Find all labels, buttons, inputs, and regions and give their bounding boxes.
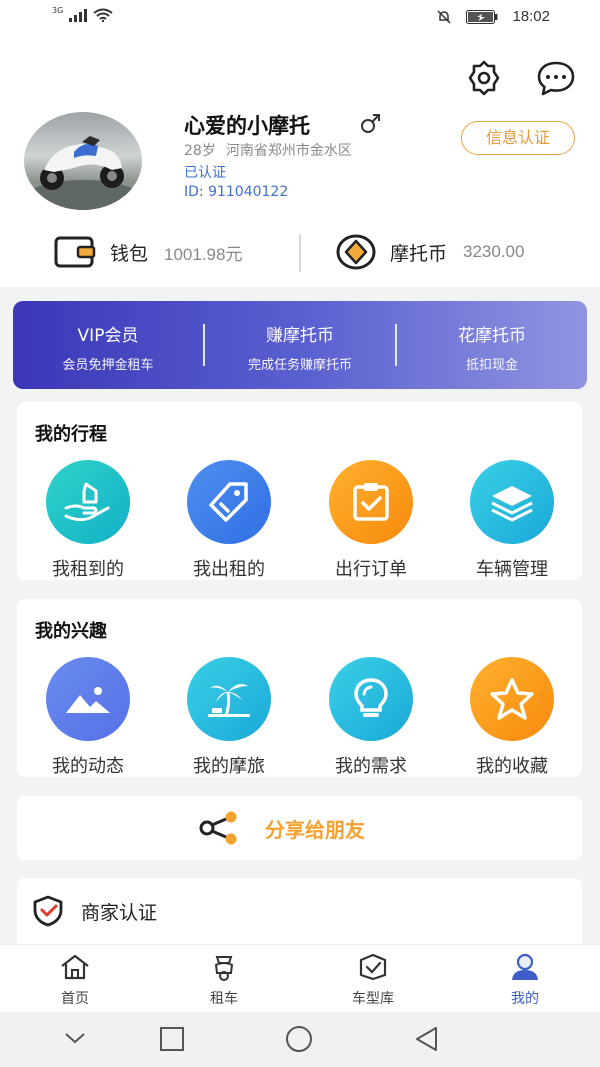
settings-icon[interactable] — [464, 58, 504, 98]
message-icon[interactable] — [536, 58, 576, 98]
star-icon — [470, 657, 554, 741]
home-icon — [61, 954, 89, 980]
box-check-icon — [359, 953, 387, 981]
tab-label: 我的 — [511, 991, 539, 1007]
battery-icon — [466, 9, 498, 24]
divider — [299, 234, 301, 272]
palm-tree-icon — [187, 657, 271, 741]
my-posts-item[interactable]: 我的动态 — [17, 657, 159, 778]
status-bar: 3G 18:02 — [0, 0, 600, 40]
layers-icon — [470, 460, 554, 544]
wallet-label: 钱包 — [110, 242, 149, 265]
wallet-icon — [54, 236, 96, 268]
chevron-down-icon[interactable] — [63, 1026, 87, 1050]
scooter-icon — [214, 956, 234, 981]
user-icon — [512, 953, 538, 980]
trip-orders-item[interactable]: 出行订单 — [300, 460, 442, 581]
share-label: 分享给朋友 — [265, 817, 365, 842]
user-id: ID: 911040122 — [184, 184, 289, 200]
avatar[interactable] — [24, 112, 142, 210]
tag-icon — [187, 460, 271, 544]
image-icon — [46, 657, 130, 741]
clipboard-check-icon — [329, 460, 413, 544]
wallet-row: 钱包 1001.98元 摩托币 3230.00 — [0, 226, 600, 278]
info-auth-button[interactable]: 信息认证 — [461, 121, 575, 155]
rented-out-item[interactable]: 我出租的 — [158, 460, 300, 581]
coin-entry[interactable]: 摩托币 3230.00 — [336, 226, 524, 278]
wifi-icon — [93, 8, 113, 22]
rented-by-me-item[interactable]: 我租到的 — [17, 460, 159, 581]
recent-apps-button[interactable] — [159, 1026, 185, 1052]
share-icon — [199, 811, 237, 845]
vehicle-management-item[interactable]: 车辆管理 — [441, 460, 583, 581]
tab-mine[interactable]: 我的 — [450, 953, 600, 1008]
signal-icon — [69, 8, 88, 22]
vip-subtitle: 会员免押金租车 — [62, 358, 154, 373]
spend-title: 花摩托币 — [458, 326, 526, 346]
bottom-tab-bar: 首页 租车 车型库 我的 — [0, 944, 600, 1012]
trips-card: 我的行程 我租到的 我出租的 出行订单 车辆管理 — [17, 402, 582, 580]
mute-bell-icon — [437, 9, 451, 24]
grid-label: 我的摩旅 — [193, 756, 265, 777]
grid-label: 我出租的 — [193, 559, 265, 580]
tab-label: 车型库 — [352, 991, 394, 1007]
user-age: 28岁 — [184, 143, 216, 159]
vip-banner: VIP会员 会员免押金租车 赚摩托币 完成任务赚摩托币 花摩托币 抵扣现金 — [13, 301, 587, 389]
lightbulb-icon — [329, 657, 413, 741]
grid-label: 我的需求 — [335, 756, 407, 777]
verified-status: 已认证 — [184, 165, 226, 181]
my-favorites-item[interactable]: 我的收藏 — [441, 657, 583, 778]
tab-model-library[interactable]: 车型库 — [298, 953, 448, 1008]
tab-label: 首页 — [61, 991, 89, 1007]
earn-title: 赚摩托币 — [266, 326, 334, 346]
system-navigation-bar — [0, 1012, 600, 1067]
coin-label: 摩托币 — [390, 242, 448, 265]
wallet-entry[interactable]: 钱包 1001.98元 — [54, 226, 242, 278]
tab-rent[interactable]: 租车 — [149, 953, 299, 1008]
vip-membership[interactable]: VIP会员 会员免押金租车 — [13, 301, 203, 389]
user-meta: 28岁 河南省郑州市金水区 — [184, 140, 352, 160]
vip-title: VIP会员 — [77, 326, 139, 346]
user-location: 河南省郑州市金水区 — [225, 143, 352, 159]
my-moto-travel-item[interactable]: 我的摩旅 — [158, 657, 300, 778]
grid-label: 车辆管理 — [476, 559, 548, 580]
shield-check-icon — [33, 895, 63, 927]
spend-coins[interactable]: 花摩托币 抵扣现金 — [397, 301, 587, 389]
grid-label: 我的收藏 — [476, 756, 548, 777]
coin-icon — [336, 234, 376, 270]
my-needs-item[interactable]: 我的需求 — [300, 657, 442, 778]
earn-subtitle: 完成任务赚摩托币 — [247, 358, 352, 373]
network-type: 3G — [52, 5, 64, 15]
merchant-certification-item[interactable]: 商家认证 — [17, 878, 582, 944]
trips-title: 我的行程 — [35, 424, 107, 445]
clock: 18:02 — [512, 8, 550, 25]
interests-card: 我的兴趣 我的动态 我的摩旅 我的需求 我的收藏 — [17, 599, 582, 777]
user-name: 心爱的小摩托 — [184, 114, 310, 138]
wallet-balance: 1001.98元 — [164, 244, 243, 264]
grid-label: 我的动态 — [52, 756, 124, 777]
share-to-friends-button[interactable]: 分享给朋友 — [17, 796, 582, 860]
coin-balance: 3230.00 — [463, 242, 525, 261]
home-button[interactable] — [285, 1026, 313, 1054]
grid-label: 出行订单 — [335, 559, 407, 580]
male-icon — [360, 112, 382, 138]
tab-label: 租车 — [210, 991, 238, 1007]
earn-coins[interactable]: 赚摩托币 完成任务赚摩托币 — [205, 301, 395, 389]
spend-subtitle: 抵扣现金 — [465, 358, 518, 373]
merchant-label: 商家认证 — [81, 901, 158, 924]
grid-label: 我租到的 — [52, 559, 124, 580]
interests-title: 我的兴趣 — [35, 621, 107, 642]
back-button[interactable] — [414, 1026, 440, 1052]
hand-house-icon — [46, 460, 130, 544]
tab-home[interactable]: 首页 — [0, 953, 150, 1008]
profile-header: 心爱的小摩托 28岁 河南省郑州市金水区 已认证 ID: 911040122 信息… — [0, 40, 600, 287]
